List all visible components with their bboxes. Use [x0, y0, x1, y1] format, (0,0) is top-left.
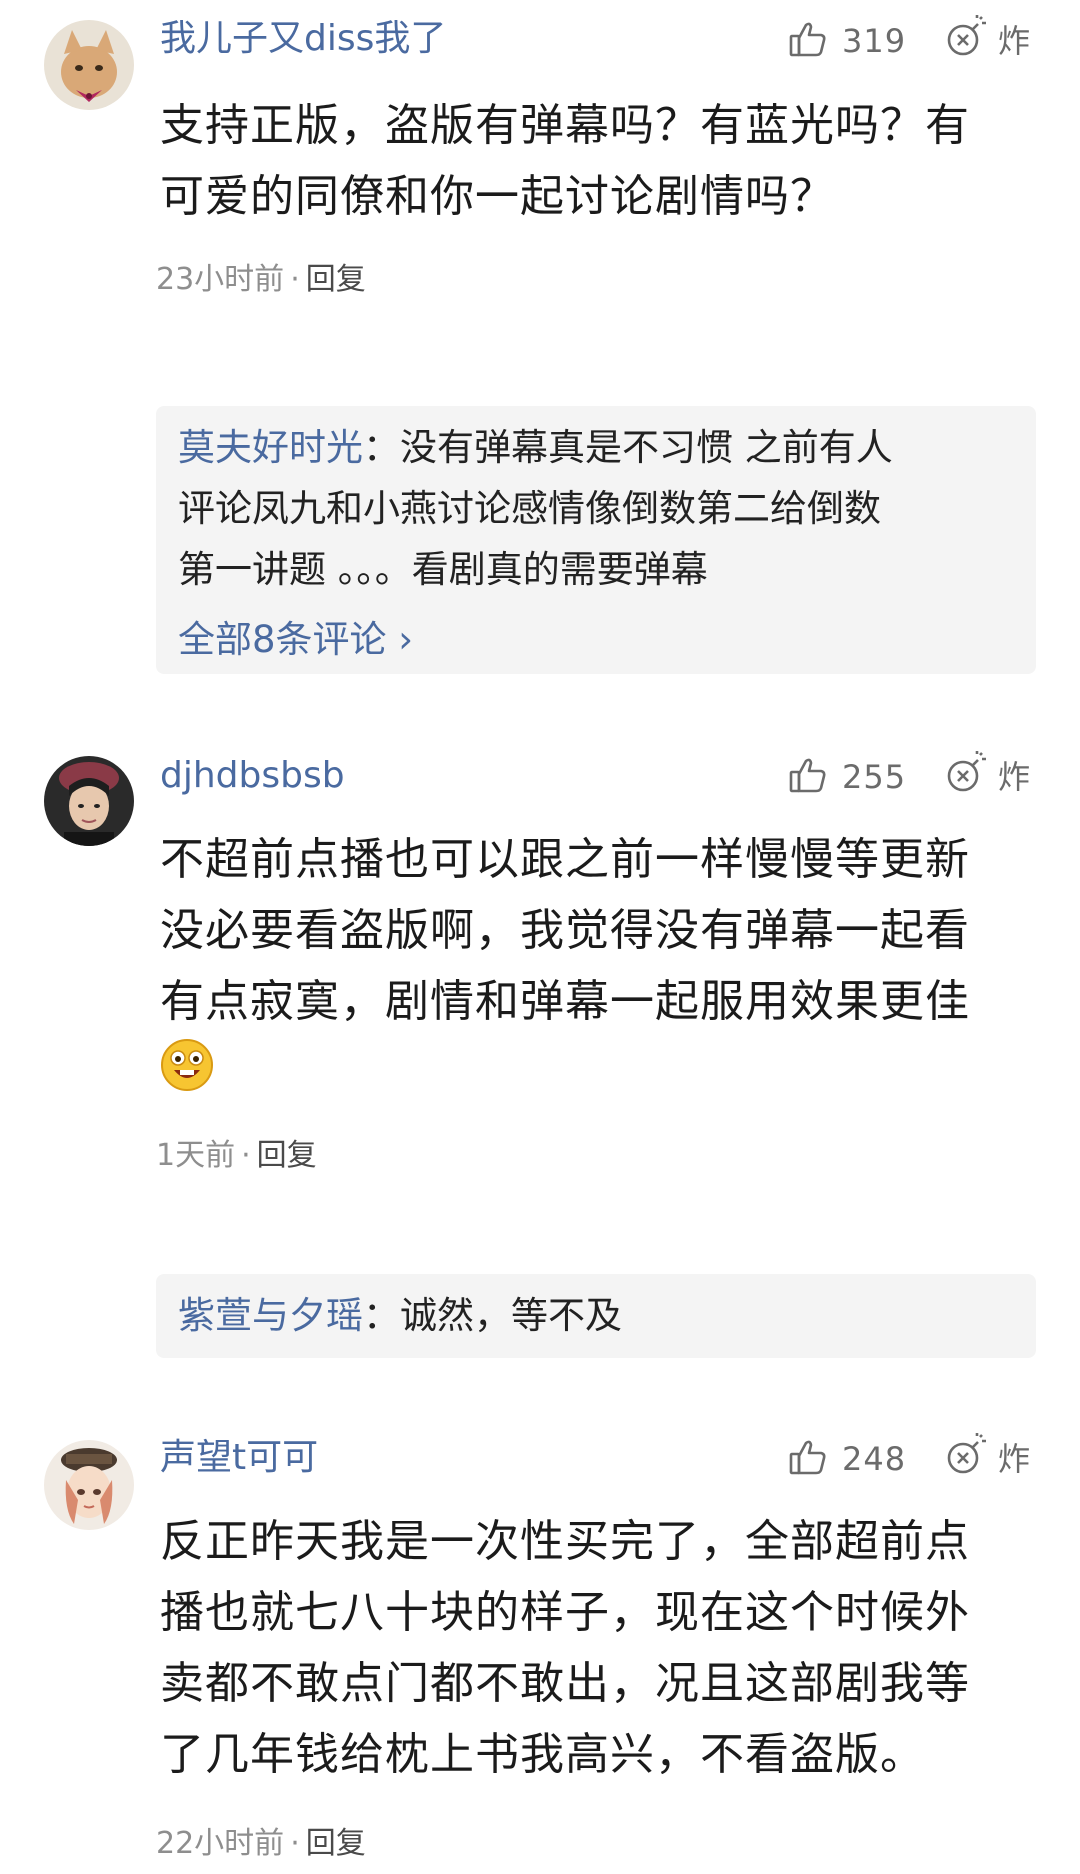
- bomb-icon: [944, 15, 988, 63]
- reply-button[interactable]: 回复: [257, 1138, 317, 1173]
- reply-text: 莫夫好时光：没有弹幕真是不习惯 之前有人: [178, 417, 1018, 479]
- comment-line: 卖都不敢点门都不敢出，况且这部剧我等: [160, 1658, 970, 1709]
- reply-author[interactable]: 莫夫好时光: [178, 426, 363, 469]
- separator-dot: ·: [241, 1138, 251, 1173]
- comment-feed: 我儿子又diss我了 319 炸 支持正版，盗版有弹幕吗？有蓝光吗？有 可爱的同…: [0, 0, 1080, 1874]
- like-button[interactable]: 255: [788, 752, 906, 802]
- timestamp: 23小时前: [156, 262, 285, 297]
- thumbs-up-icon: [788, 1437, 828, 1481]
- comment-line: [160, 1037, 1040, 1108]
- bomb-label: 炸: [998, 1440, 1031, 1478]
- reply-button[interactable]: 回复: [306, 262, 366, 297]
- bomb-label: 炸: [998, 22, 1031, 60]
- thumbs-up-icon: [788, 19, 828, 63]
- like-count: 319: [842, 22, 907, 60]
- reply-text: 紫萱与夕瑶：诚然，等不及: [178, 1285, 1018, 1347]
- like-count: 255: [842, 758, 907, 796]
- comment-line: 支持正版，盗版有弹幕吗？有蓝光吗？有: [160, 100, 970, 151]
- username[interactable]: 我儿子又diss我了: [160, 17, 446, 61]
- avatar[interactable]: [44, 756, 134, 846]
- avatar[interactable]: [44, 20, 134, 110]
- comment-line: 没必要看盗版啊，我觉得没有弹幕一起看: [160, 905, 970, 956]
- comment-text: 支持正版，盗版有弹幕吗？有蓝光吗？有 可爱的同僚和你一起讨论剧情吗？: [160, 90, 1040, 232]
- view-all-replies-link[interactable]: 全部8条评论 ›: [178, 609, 413, 663]
- comment-meta: 23小时前 · 回复: [156, 254, 366, 298]
- timestamp: 1天前: [156, 1138, 236, 1173]
- comment-meta: 22小时前 · 回复: [156, 1818, 366, 1862]
- comment-meta: 1天前 · 回复: [156, 1130, 317, 1174]
- like-button[interactable]: 248: [788, 1434, 906, 1484]
- bomb-button[interactable]: 炸: [944, 750, 1030, 800]
- separator-dot: ·: [290, 1826, 300, 1861]
- reply-line: 第一讲题 。。。看剧真的需要弹幕: [178, 548, 708, 591]
- comment-line: 播也就七八十块的样子，现在这个时候外: [160, 1587, 970, 1638]
- timestamp: 22小时前: [156, 1826, 285, 1861]
- separator-dot: ·: [290, 262, 300, 297]
- reply-separator: ：: [363, 426, 400, 469]
- bomb-button[interactable]: 炸: [944, 1432, 1030, 1482]
- comment-line: 可爱的同僚和你一起讨论剧情吗？: [160, 171, 835, 222]
- username[interactable]: 声望t可可: [160, 1436, 318, 1480]
- comment-text: 不超前点播也可以跟之前一样慢慢等更新 没必要看盗版啊，我觉得没有弹幕一起看 有点…: [160, 824, 1040, 1108]
- grinning-face-emoji: [160, 1038, 214, 1113]
- bomb-icon: [944, 1433, 988, 1481]
- comment-line: 有点寂寞，剧情和弹幕一起服用效果更佳: [160, 976, 970, 1027]
- bomb-label: 炸: [998, 758, 1031, 796]
- username[interactable]: djhdbsbsb: [160, 754, 345, 798]
- comment-line: 反正昨天我是一次性买完了，全部超前点: [160, 1516, 970, 1567]
- comment-text: 反正昨天我是一次性买完了，全部超前点 播也就七八十块的样子，现在这个时候外 卖都…: [160, 1506, 1040, 1790]
- reply-separator: ：: [363, 1294, 400, 1337]
- like-count: 248: [842, 1440, 907, 1478]
- bomb-button[interactable]: 炸: [944, 14, 1030, 64]
- reply-preview[interactable]: 莫夫好时光：没有弹幕真是不习惯 之前有人 评论凤九和小燕讨论感情像倒数第二给倒数…: [156, 406, 1036, 674]
- comment-line: 不超前点播也可以跟之前一样慢慢等更新: [160, 834, 970, 885]
- bomb-icon: [944, 751, 988, 799]
- comment-line: 了几年钱给枕上书我高兴，不看盗版。: [160, 1729, 925, 1780]
- avatar[interactable]: [44, 1440, 134, 1530]
- thumbs-up-icon: [788, 755, 828, 799]
- reply-line: 评论凤九和小燕讨论感情像倒数第二给倒数: [178, 487, 881, 530]
- reply-line: 诚然，等不及: [400, 1294, 622, 1337]
- like-button[interactable]: 319: [788, 16, 906, 66]
- reply-button[interactable]: 回复: [306, 1826, 366, 1861]
- reply-preview[interactable]: 紫萱与夕瑶：诚然，等不及: [156, 1274, 1036, 1358]
- reply-line: 没有弹幕真是不习惯 之前有人: [400, 426, 893, 469]
- reply-author[interactable]: 紫萱与夕瑶: [178, 1294, 363, 1337]
